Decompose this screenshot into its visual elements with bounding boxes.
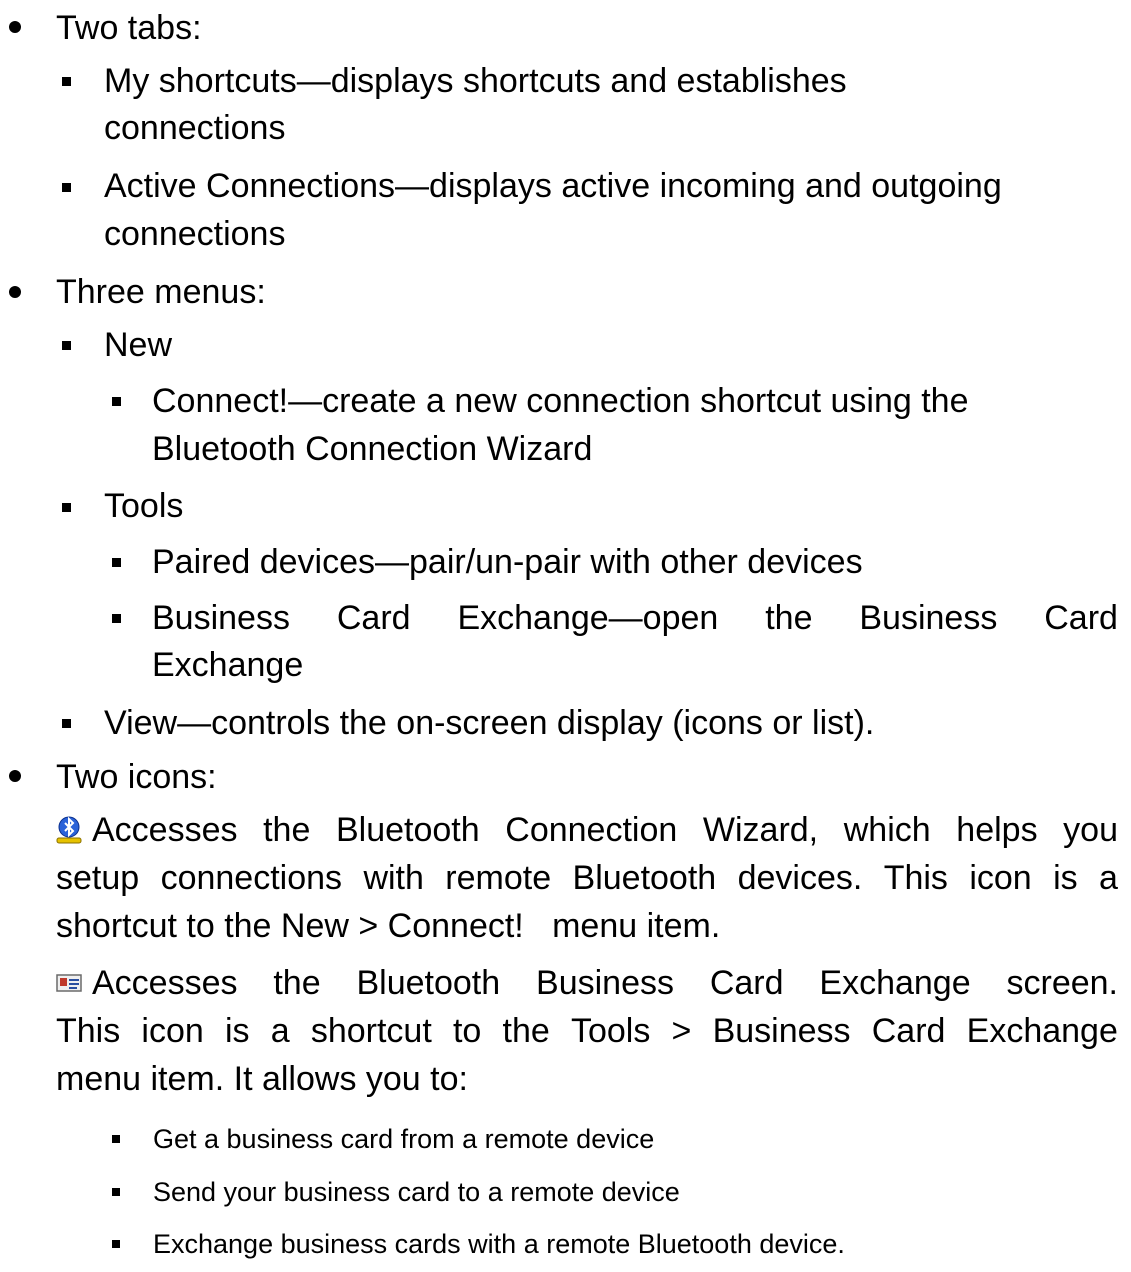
bullet-square (112, 1188, 120, 1196)
menu-connect-line2: Bluetooth Connection Wizard (152, 430, 593, 468)
bullet-square (62, 77, 71, 86)
word: Card (1044, 599, 1118, 637)
word: Business (859, 599, 998, 637)
word: Business (712, 1012, 851, 1050)
business-card-icon (56, 969, 82, 997)
ability-get-card: Get a business card from a remote device (153, 1124, 655, 1154)
bullet-disc (9, 770, 21, 782)
word: devices. (737, 859, 863, 897)
menu-view: View—controls the on-screen display (ico… (104, 704, 875, 742)
ability-send-card: Send your business card to a remote devi… (153, 1177, 680, 1207)
word: the (765, 599, 813, 637)
bullet-square (112, 1240, 120, 1248)
bullet-square (112, 614, 121, 623)
word: is (1053, 859, 1078, 897)
word: This (883, 859, 948, 897)
word: Exchange—open (457, 599, 719, 637)
menu-tools: Tools (104, 487, 184, 525)
word: Exchange (966, 1012, 1118, 1050)
ability-exchange-cards: Exchange business cards with a remote Bl… (153, 1229, 845, 1259)
card-description-line3: menu item. It allows you to: (56, 1060, 468, 1098)
tab-my-shortcuts-line2: connections (104, 109, 286, 147)
bluetooth-wizard-icon (56, 816, 82, 844)
bullet-square (112, 397, 121, 406)
menus-heading: Three menus: (56, 273, 266, 311)
word: the (502, 1012, 550, 1050)
tabs-heading: Two tabs: (56, 9, 202, 47)
word: > (671, 1012, 692, 1050)
word: a (1099, 859, 1118, 897)
word: Card (336, 599, 411, 637)
bullet-square (62, 719, 71, 728)
menu-paired-devices: Paired devices—pair/un-pair with other d… (152, 543, 863, 581)
menu-business-card-exchange-line2: Exchange (152, 646, 304, 684)
bullet-square (62, 503, 71, 512)
word: icon (969, 859, 1032, 897)
word: Card (871, 1012, 946, 1050)
wizard-description-line3: shortcut to the New > Connect! menu item… (56, 907, 721, 945)
bullet-square (62, 341, 71, 350)
menu-new: New (104, 326, 173, 364)
word: Tools (570, 1012, 651, 1050)
icons-heading: Two icons: (56, 758, 217, 796)
bullet-disc (9, 21, 21, 33)
tab-active-connections-line2: connections (104, 215, 286, 253)
bullet-disc (9, 286, 21, 298)
bullet-square (112, 1135, 120, 1143)
bullet-square (62, 183, 71, 192)
bullet-square (112, 558, 121, 567)
